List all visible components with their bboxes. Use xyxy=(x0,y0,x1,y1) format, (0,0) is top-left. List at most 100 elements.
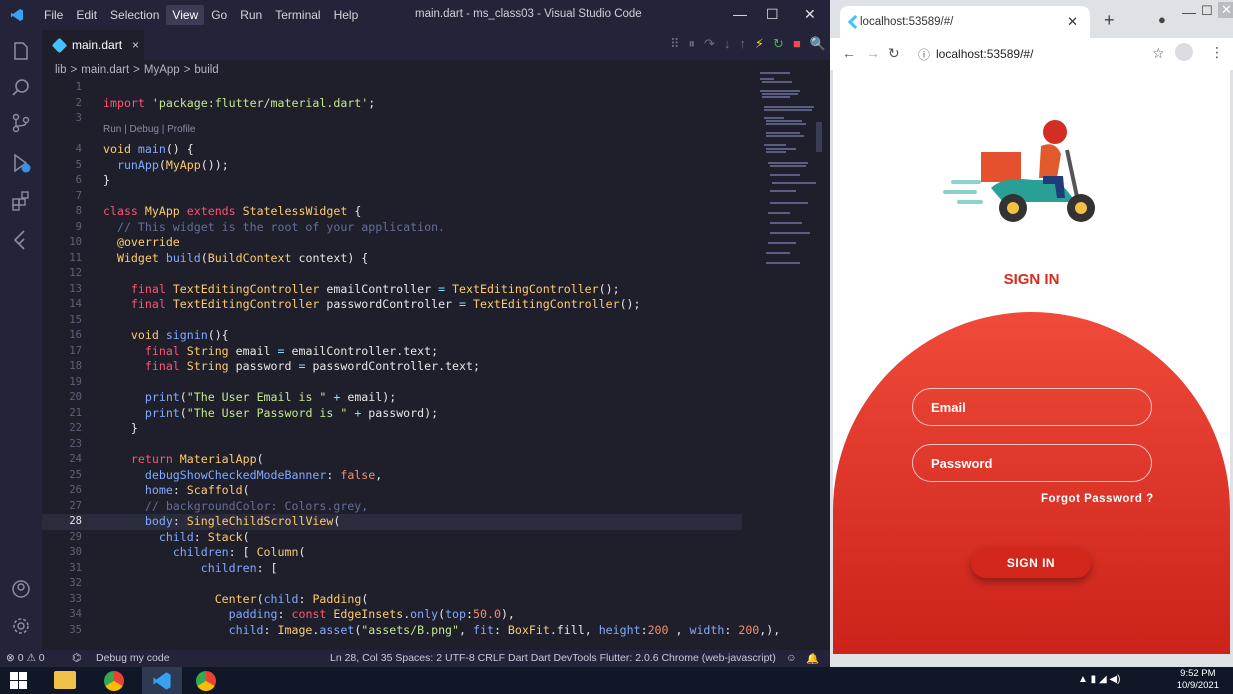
line-number: 11 xyxy=(69,251,82,264)
more-menu-icon[interactable]: ⋮ xyxy=(1210,44,1224,61)
debug-icon[interactable]: ⌬ xyxy=(72,652,81,664)
editor-tab-bar: main.dart × ⠿ ⏸ ↷ ↓ ↑ ⚡ ↻ ■ 🔍 xyxy=(42,30,830,60)
settings-gear-icon[interactable] xyxy=(10,615,32,637)
search-icon[interactable] xyxy=(10,77,32,99)
forward-arrow-icon[interactable]: → xyxy=(866,45,880,61)
menu-item-view[interactable]: View xyxy=(166,5,205,25)
code-text: Widget build(BuildContext context) { xyxy=(116,250,369,265)
close-tab-icon[interactable]: × xyxy=(132,38,139,52)
drag-handle-icon[interactable]: ⠿ xyxy=(670,36,680,52)
line-number: 1 xyxy=(75,81,82,93)
bookmark-star-icon[interactable]: ☆ xyxy=(1152,45,1165,62)
code-text: final TextEditingController emailControl… xyxy=(130,281,620,296)
step-into-icon[interactable]: ↓ xyxy=(724,36,731,52)
minimize-button[interactable]: — xyxy=(733,6,747,22)
code-line: 10 @override xyxy=(42,235,742,251)
close-browser-tab-icon[interactable]: ✕ xyxy=(1067,14,1078,30)
profile-avatar-icon[interactable] xyxy=(1175,43,1193,61)
password-field[interactable]: Password xyxy=(912,444,1152,482)
restart-icon[interactable]: ↻ xyxy=(773,36,784,52)
tab-label: main.dart xyxy=(72,38,123,52)
line-number: 8 xyxy=(75,205,82,217)
close-browser-button[interactable]: ✕ xyxy=(1218,2,1233,18)
menu-item-terminal[interactable]: Terminal xyxy=(269,5,326,25)
line-number: 12 xyxy=(69,267,82,279)
feedback-icon[interactable]: ☺ xyxy=(786,652,797,664)
breadcrumb-item[interactable]: build xyxy=(194,64,218,76)
new-tab-button[interactable]: + xyxy=(1104,10,1115,31)
stop-icon[interactable]: ■ xyxy=(793,36,801,52)
hot-reload-icon[interactable]: ⚡ xyxy=(755,36,764,52)
profile-menu-icon[interactable]: ● xyxy=(1158,12,1166,27)
line-number: 28 xyxy=(69,515,82,527)
email-field[interactable]: Email xyxy=(912,388,1152,426)
breadcrumb-item[interactable]: lib xyxy=(55,64,67,76)
tray-icons[interactable]: ▲ ▮ ◢ ◀) xyxy=(1078,674,1120,685)
browser-tab[interactable]: localhost:53589/#/ ✕ xyxy=(840,6,1090,38)
windows-start-icon[interactable] xyxy=(10,672,27,689)
step-out-icon[interactable]: ↑ xyxy=(739,36,746,52)
line-number: 21 xyxy=(69,406,82,419)
tab-main-dart[interactable]: main.dart × xyxy=(42,30,144,60)
account-icon[interactable] xyxy=(10,578,32,600)
menu-item-go[interactable]: Go xyxy=(205,5,233,25)
code-text: Center(child: Padding( xyxy=(214,591,369,606)
reload-icon[interactable]: ↻ xyxy=(888,45,900,62)
maximize-button[interactable]: ☐ xyxy=(766,6,779,23)
code-line: 1 xyxy=(42,80,742,96)
line-number: 6 xyxy=(75,174,82,186)
code-line: 16 void signin(){ xyxy=(42,328,742,344)
close-window-button[interactable]: ✕ xyxy=(804,6,816,23)
line-number: 25 xyxy=(69,468,82,481)
pause-icon[interactable]: ⏸ xyxy=(689,36,696,52)
breadcrumb-item[interactable]: MyApp xyxy=(144,64,180,76)
line-number: 16 xyxy=(69,329,82,341)
line-number: 29 xyxy=(69,530,82,543)
run-debug-icon[interactable] xyxy=(10,152,32,174)
forgot-password-link[interactable]: Forgot Password ? xyxy=(1041,493,1154,505)
code-line: 15 xyxy=(42,313,742,329)
line-number: 15 xyxy=(69,313,82,326)
title-bar: File Edit Selection View Go Run Terminal Help m… xyxy=(0,0,830,30)
code-text: home: Scaffold( xyxy=(144,483,250,497)
url-input[interactable]: ⓘ localhost:53589/#/ xyxy=(910,41,1150,67)
notifications-icon[interactable]: 🔔 xyxy=(806,652,819,665)
menu-item-edit[interactable]: Edit xyxy=(70,5,103,25)
devtools-icon[interactable]: 🔍 xyxy=(810,36,826,52)
chrome-taskbar-icon-2[interactable] xyxy=(196,671,216,691)
explorer-icon[interactable] xyxy=(10,40,32,62)
file-explorer-icon[interactable] xyxy=(54,671,76,689)
info-icon[interactable]: ⓘ xyxy=(918,46,930,63)
code-editor[interactable]: 1 2 import 'package:flutter/material.dart'… xyxy=(42,80,822,650)
chrome-taskbar-icon[interactable] xyxy=(104,671,124,691)
code-line: 13 final TextEditingController emailCont… xyxy=(42,282,742,298)
flutter-icon[interactable] xyxy=(10,228,32,250)
minimap[interactable] xyxy=(752,62,822,342)
code-line: 2 import 'package:flutter/material.dart'; xyxy=(42,96,742,112)
breadcrumb: lib > main.dart > MyApp > build xyxy=(55,61,219,79)
menu-item-help[interactable]: Help xyxy=(328,5,365,25)
windows-taskbar: ▲ ▮ ◢ ◀) 9:52 PM 10/9/2021 xyxy=(0,667,1233,694)
debug-config[interactable]: Debug my code xyxy=(96,652,170,664)
vscode-taskbar-icon[interactable] xyxy=(152,671,172,691)
line-number: 10 xyxy=(69,236,82,248)
editor-status[interactable]: Ln 28, Col 35 Spaces: 2 UTF-8 CRLF Dart … xyxy=(330,652,776,664)
step-over-icon[interactable]: ↷ xyxy=(704,36,715,52)
menu-item-run[interactable]: Run xyxy=(234,5,268,25)
extensions-icon[interactable] xyxy=(10,190,32,212)
code-line: 22 } xyxy=(42,421,742,437)
problems-count[interactable]: ⊗ 0 ⚠ 0 xyxy=(6,652,45,664)
sign-in-button[interactable]: SIGN IN xyxy=(971,548,1091,578)
code-text: @override xyxy=(116,235,180,249)
maximize-browser-button[interactable]: ☐ xyxy=(1201,3,1213,19)
menu-item-selection[interactable]: Selection xyxy=(104,5,165,25)
code-text: return MaterialApp( xyxy=(130,452,264,466)
back-arrow-icon[interactable]: ← xyxy=(842,45,856,61)
menu-item-file[interactable]: File xyxy=(38,5,69,25)
source-control-icon[interactable] xyxy=(10,112,32,134)
minimize-browser-button[interactable]: — xyxy=(1182,4,1196,20)
code-line: 34 padding: const EdgeInsets.only(top:50… xyxy=(42,607,742,623)
breadcrumb-item[interactable]: main.dart xyxy=(81,64,129,76)
clock[interactable]: 9:52 PM 10/9/2021 xyxy=(1177,668,1219,692)
code-text: import 'package:flutter/material.dart'; xyxy=(103,95,376,110)
